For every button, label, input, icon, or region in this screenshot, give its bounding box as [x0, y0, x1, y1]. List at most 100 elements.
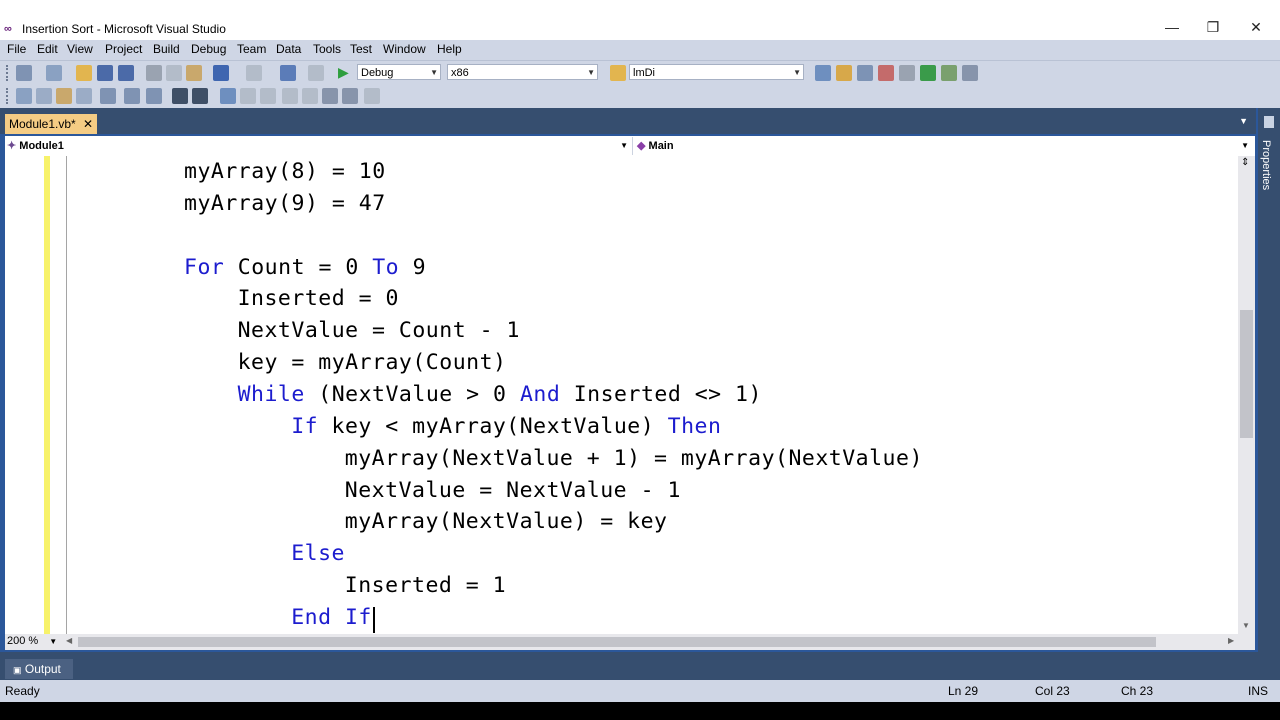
- toolbar-grip[interactable]: [6, 88, 12, 104]
- selection-margin[interactable]: [5, 156, 43, 634]
- object-browser-icon[interactable]: [857, 65, 873, 81]
- vertical-scroll-thumb[interactable]: [1240, 310, 1253, 438]
- next-bookmark-doc-icon[interactable]: [342, 88, 358, 104]
- properties-tab[interactable]: Properties: [1260, 140, 1272, 190]
- extension-icon[interactable]: [941, 65, 957, 81]
- scroll-right-icon[interactable]: ▶: [1228, 636, 1234, 645]
- menu-help[interactable]: Help: [437, 42, 462, 56]
- toolbox-icon[interactable]: [878, 65, 894, 81]
- tab-list-dropdown-icon[interactable]: ▼: [1239, 116, 1248, 126]
- type-dropdown[interactable]: ✦ Module1 ▼: [7, 137, 633, 155]
- command-window-icon[interactable]: [962, 65, 978, 81]
- solution-explorer-icon[interactable]: [815, 65, 831, 81]
- menu-view[interactable]: View: [67, 42, 93, 56]
- solution-configuration-dropdown[interactable]: Debug ▼: [357, 64, 441, 80]
- add-item-icon[interactable]: [46, 65, 62, 81]
- tab-module1[interactable]: Module1.vb* ✕: [5, 114, 97, 134]
- code-line[interactable]: Inserted = 0: [238, 286, 399, 311]
- restore-button[interactable]: ❐: [1193, 19, 1233, 39]
- cut-icon[interactable]: [146, 65, 162, 81]
- code-line[interactable]: myArray(9) = 47: [184, 191, 386, 216]
- redo-icon[interactable]: [246, 65, 262, 81]
- start-debugging-icon[interactable]: ▶: [338, 64, 349, 81]
- parameter-info-icon[interactable]: [36, 88, 52, 104]
- close-window-button[interactable]: ✕: [1236, 19, 1276, 39]
- find-in-files-icon[interactable]: [610, 65, 626, 81]
- increase-indent-icon[interactable]: [146, 88, 162, 104]
- previous-bookmark-doc-icon[interactable]: [322, 88, 338, 104]
- menu-build[interactable]: Build: [153, 42, 180, 56]
- next-bookmark-icon[interactable]: [260, 88, 276, 104]
- close-icon[interactable]: ✕: [83, 114, 93, 134]
- menu-project[interactable]: Project: [105, 42, 142, 56]
- code-text: myArray(8) = 10: [184, 159, 386, 184]
- clear-bookmarks-icon[interactable]: [364, 88, 380, 104]
- member-dropdown[interactable]: ◆ Main ▼: [637, 137, 1253, 155]
- navigation-bar: ✦ Module1 ▼ ◆ Main ▼: [5, 136, 1255, 157]
- menu-edit[interactable]: Edit: [37, 42, 58, 56]
- code-line[interactable]: Inserted = 1: [345, 573, 506, 598]
- new-project-icon[interactable]: [16, 65, 32, 81]
- code-keyword: End If: [291, 604, 372, 630]
- find-combo[interactable]: lmDi ▼: [629, 64, 804, 80]
- split-handle-icon[interactable]: ⇕: [1241, 157, 1249, 168]
- properties-icon[interactable]: [1264, 116, 1274, 128]
- previous-bookmark-folder-icon[interactable]: [282, 88, 298, 104]
- navigate-forward-icon[interactable]: [308, 65, 324, 81]
- menu-window[interactable]: Window: [383, 42, 426, 56]
- output-label: Output: [24, 662, 61, 676]
- navigate-backward-icon[interactable]: [280, 65, 296, 81]
- infinity-icon: ∞: [4, 23, 12, 35]
- code-editor[interactable]: myArray(8) = 10 myArray(9) = 47 For Count …: [5, 156, 1255, 634]
- menu-file[interactable]: File: [7, 42, 26, 56]
- toggle-bookmark-icon[interactable]: [220, 88, 236, 104]
- code-line[interactable]: End If: [291, 605, 372, 630]
- code-line[interactable]: Else: [291, 541, 345, 566]
- code-line[interactable]: While (NextValue > 0 And Inserted <> 1): [238, 382, 762, 407]
- comment-icon[interactable]: [172, 88, 188, 104]
- scroll-down-icon[interactable]: ▼: [1242, 621, 1250, 630]
- code-line[interactable]: myArray(8) = 10: [184, 159, 386, 184]
- properties-window-icon[interactable]: [836, 65, 852, 81]
- code-line[interactable]: If key < myArray(NextValue) Then: [291, 414, 721, 439]
- menu-data[interactable]: Data: [276, 42, 301, 56]
- code-line[interactable]: NextValue = Count - 1: [238, 318, 520, 343]
- previous-bookmark-icon[interactable]: [240, 88, 256, 104]
- scroll-left-icon[interactable]: ◀: [66, 636, 72, 645]
- output-tab[interactable]: ▣ Output: [5, 659, 73, 679]
- quick-info-icon[interactable]: [56, 88, 72, 104]
- minimize-button[interactable]: —: [1152, 19, 1192, 39]
- complete-word-icon[interactable]: [76, 88, 92, 104]
- code-line[interactable]: key = myArray(Count): [238, 350, 507, 375]
- undo-icon[interactable]: [213, 65, 229, 81]
- decrease-indent-icon[interactable]: [124, 88, 140, 104]
- code-line[interactable]: myArray(NextValue + 1) = myArray(NextVal…: [345, 446, 923, 471]
- solution-platform-dropdown[interactable]: x86 ▼: [447, 64, 598, 80]
- outdent-icon[interactable]: [100, 88, 116, 104]
- toolbar-grip[interactable]: [6, 65, 12, 81]
- code-line[interactable]: For Count = 0 To 9: [184, 255, 426, 280]
- start-page-icon[interactable]: [920, 65, 936, 81]
- code-text: key = myArray(Count): [237, 350, 507, 376]
- menu-test[interactable]: Test: [350, 42, 372, 56]
- bottom-tool-strip: [0, 652, 1280, 680]
- copy-icon[interactable]: [166, 65, 182, 81]
- uncomment-icon[interactable]: [192, 88, 208, 104]
- status-bar: Ready Ln 29 Col 23 Ch 23 INS: [0, 680, 1280, 702]
- open-file-icon[interactable]: [76, 65, 92, 81]
- horizontal-scroll-thumb[interactable]: [78, 637, 1156, 647]
- change-tracking-bar: [44, 156, 50, 634]
- code-line[interactable]: myArray(NextValue) = key: [345, 509, 668, 534]
- zoom-dropdown[interactable]: 200 % ▼: [7, 635, 57, 647]
- menu-tools[interactable]: Tools: [313, 42, 341, 56]
- display-object-member-list-icon[interactable]: [16, 88, 32, 104]
- next-bookmark-folder-icon[interactable]: [302, 88, 318, 104]
- member-value: Main: [648, 140, 674, 152]
- code-line[interactable]: NextValue = NextValue - 1: [345, 478, 681, 503]
- paste-icon[interactable]: [186, 65, 202, 81]
- menu-debug[interactable]: Debug: [191, 42, 226, 56]
- menu-team[interactable]: Team: [237, 42, 266, 56]
- tools-icon[interactable]: [899, 65, 915, 81]
- save-icon[interactable]: [97, 65, 113, 81]
- save-all-icon[interactable]: [118, 65, 134, 81]
